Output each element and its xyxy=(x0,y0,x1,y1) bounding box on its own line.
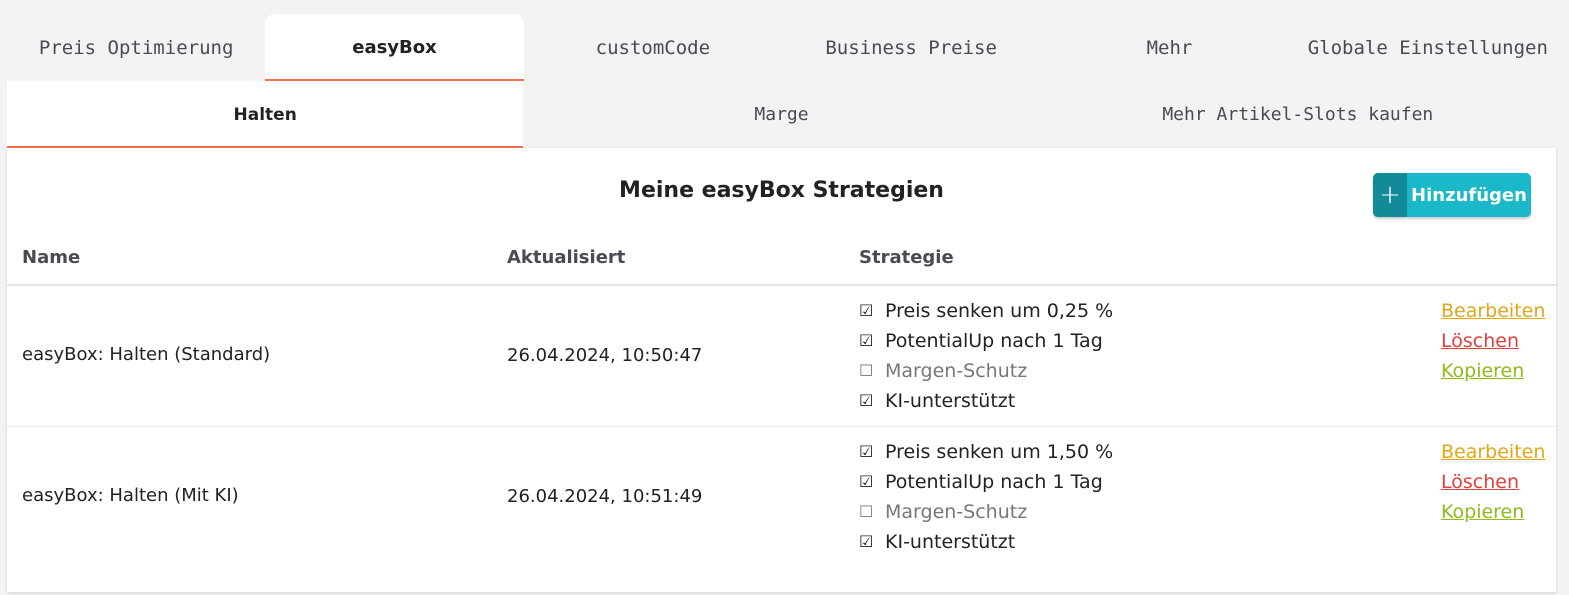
checked-box-icon: ☑ xyxy=(859,331,874,350)
unchecked-box-icon: ☐ xyxy=(859,502,874,521)
add-button-label: Hinzufügen xyxy=(1411,184,1527,206)
row-1-updated: 26.04.2024, 10:50:47 xyxy=(507,345,703,366)
strategy-item: ☑ PotentialUp nach 1 Tag xyxy=(859,467,1113,497)
delete-link[interactable]: Löschen xyxy=(1441,326,1545,356)
checked-box-icon: ☑ xyxy=(859,442,874,461)
strategy-item: ☑ Preis senken um 1,50 % xyxy=(859,437,1113,467)
strategy-item-label: Margen-Schutz xyxy=(885,360,1028,382)
strategy-item: ☑ Preis senken um 0,25 % xyxy=(859,296,1113,326)
copy-link[interactable]: Kopieren xyxy=(1441,356,1545,386)
copy-link[interactable]: Kopieren xyxy=(1441,497,1545,527)
strategy-item: ☑ KI-unterstützt xyxy=(859,527,1113,557)
row-2-strategy-list: ☑ Preis senken um 1,50 % ☑ PotentialUp nac… xyxy=(859,437,1113,557)
subtab-mehr-artikel-slots[interactable]: Mehr Artikel-Slots kaufen xyxy=(1040,81,1556,148)
strategy-item-label: Margen-Schutz xyxy=(885,501,1028,523)
row-1-actions: Bearbeiten Löschen Kopieren xyxy=(1441,296,1545,386)
subtab-marge[interactable]: Marge xyxy=(523,81,1039,148)
sub-tab-bar: Halten Marge Mehr Artikel-Slots kaufen xyxy=(7,81,1556,164)
strategy-item-label: PotentialUp nach 1 Tag xyxy=(885,330,1103,352)
strategy-item-label: Preis senken um 1,50 % xyxy=(885,441,1114,463)
header-divider xyxy=(7,284,1556,286)
plus-icon: + xyxy=(1373,173,1407,217)
column-header-strategy: Strategie xyxy=(859,247,954,268)
edit-link[interactable]: Bearbeiten xyxy=(1441,296,1545,326)
strategies-panel: Meine easyBox Strategien + Hinzufügen Na… xyxy=(7,148,1556,592)
strategy-item: ☐ Margen-Schutz xyxy=(859,356,1113,386)
tab-business-preise[interactable]: Business Preise xyxy=(782,14,1040,81)
row-1-name: easyBox: Halten (Standard) xyxy=(22,344,271,365)
delete-link[interactable]: Löschen xyxy=(1441,467,1545,497)
strategy-item: ☑ KI-unterstützt xyxy=(859,386,1113,416)
panel-title: Meine easyBox Strategien xyxy=(619,178,944,203)
tab-preis-optimierung[interactable]: Preis Optimierung xyxy=(7,14,265,81)
column-header-name: Name xyxy=(22,247,81,268)
tab-customcode[interactable]: customCode xyxy=(524,14,782,81)
checked-box-icon: ☑ xyxy=(859,472,874,491)
unchecked-box-icon: ☐ xyxy=(859,361,874,380)
column-header-updated: Aktualisiert xyxy=(507,247,626,268)
row-divider xyxy=(7,426,1556,427)
main-tab-bar: Preis Optimierung easyBox customCode Bus… xyxy=(7,14,1557,81)
checked-box-icon: ☑ xyxy=(859,532,874,551)
row-2-actions: Bearbeiten Löschen Kopieren xyxy=(1441,437,1545,527)
subtab-halten-label: Halten xyxy=(233,104,297,125)
strategy-item-label: KI-unterstützt xyxy=(885,390,1016,412)
tab-mehr[interactable]: Mehr xyxy=(1040,14,1298,81)
checked-box-icon: ☑ xyxy=(859,301,874,320)
tab-easybox[interactable]: easyBox xyxy=(265,14,524,81)
row-1-strategy-list: ☑ Preis senken um 0,25 % ☑ PotentialUp nac… xyxy=(859,296,1113,416)
add-strategy-button[interactable]: + Hinzufügen xyxy=(1373,173,1531,217)
strategy-item-label: KI-unterstützt xyxy=(885,531,1016,553)
row-2-updated: 26.04.2024, 10:51:49 xyxy=(507,486,703,507)
strategy-item: ☑ PotentialUp nach 1 Tag xyxy=(859,326,1113,356)
strategy-item: ☐ Margen-Schutz xyxy=(859,497,1113,527)
checked-box-icon: ☑ xyxy=(859,391,874,410)
strategy-item-label: Preis senken um 0,25 % xyxy=(885,300,1114,322)
edit-link[interactable]: Bearbeiten xyxy=(1441,437,1545,467)
strategy-item-label: PotentialUp nach 1 Tag xyxy=(885,471,1103,493)
row-2-name: easyBox: Halten (Mit KI) xyxy=(22,485,239,506)
subtab-halten[interactable]: Halten xyxy=(7,81,524,164)
tab-globale-einstellungen[interactable]: Globale Einstellungen xyxy=(1299,14,1557,81)
